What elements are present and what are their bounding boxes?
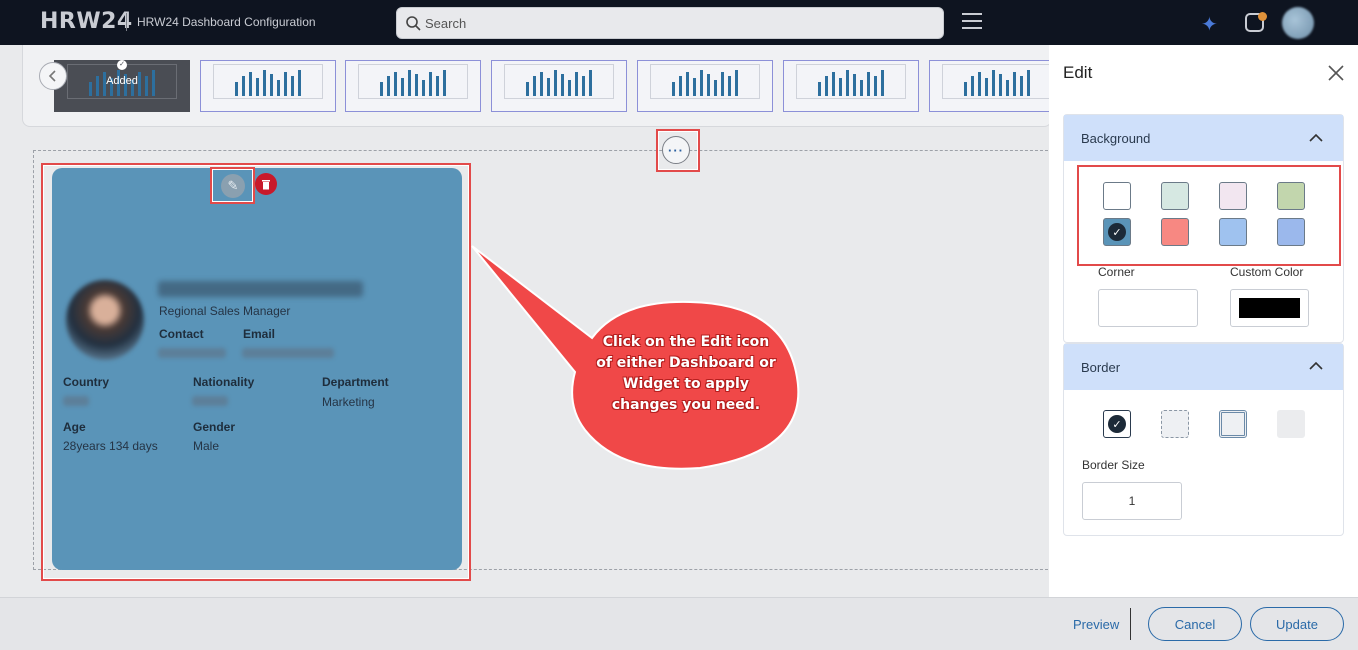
email-label: Email <box>243 327 276 341</box>
contact-label: Contact <box>159 327 204 341</box>
border-size-input[interactable] <box>1082 482 1182 520</box>
header-divider <box>126 13 127 31</box>
border-style-double[interactable] <box>1219 410 1247 438</box>
check-icon: ✓ <box>1108 415 1126 433</box>
notification-badge <box>1258 12 1267 21</box>
border-size-label: Border Size <box>1082 458 1145 472</box>
added-label: Added <box>106 75 138 87</box>
widget-thumbnail[interactable] <box>491 60 627 112</box>
widget-thumbnail[interactable] <box>200 60 336 112</box>
age-label: Age <box>63 420 86 434</box>
widget-thumbnail[interactable] <box>637 60 773 112</box>
update-button[interactable]: Update <box>1250 607 1344 641</box>
employee-photo <box>66 280 144 360</box>
corner-label: Corner <box>1098 265 1135 279</box>
scroll-left-button[interactable] <box>39 62 67 90</box>
corner-input[interactable] <box>1098 289 1198 327</box>
page-title: HRW24 Dashboard Configuration <box>137 15 316 29</box>
border-style-solid[interactable]: ✓ <box>1103 410 1131 438</box>
widget-thumbnail[interactable] <box>929 60 1051 112</box>
preview-link[interactable]: Preview <box>1073 617 1119 632</box>
search-icon <box>406 16 421 31</box>
edit-panel-title: Edit <box>1063 63 1093 82</box>
border-style-none[interactable] <box>1277 410 1305 438</box>
custom-color-label: Custom Color <box>1230 265 1304 279</box>
gender-label: Gender <box>193 420 236 434</box>
chevron-up-icon[interactable] <box>1309 359 1323 373</box>
country-value-redacted <box>63 396 89 406</box>
nationality-value-redacted <box>192 396 228 406</box>
app-logo[interactable]: HRW24 <box>40 9 133 34</box>
employee-name-redacted <box>158 281 363 297</box>
email-value-redacted <box>242 348 334 358</box>
border-heading: Border <box>1081 359 1121 375</box>
search-bar[interactable] <box>396 7 944 39</box>
ai-sparkle-icon[interactable]: ✦ <box>1201 12 1218 37</box>
highlight-more-button <box>656 129 700 172</box>
widget-strip: ✓ Added <box>22 45 1052 127</box>
widget-thumbnail-added[interactable]: ✓ Added <box>54 60 190 112</box>
custom-color-swatch <box>1239 298 1300 318</box>
search-input[interactable] <box>425 15 905 31</box>
age-value: 28years 134 days <box>63 439 158 453</box>
chevron-up-icon[interactable] <box>1309 131 1323 145</box>
custom-color-picker[interactable] <box>1230 289 1309 327</box>
gender-value: Male <box>193 439 220 453</box>
highlight-swatches <box>1077 165 1341 266</box>
cancel-button[interactable]: Cancel <box>1148 607 1242 641</box>
menu-icon[interactable] <box>962 13 982 31</box>
nationality-label: Nationality <box>193 375 255 389</box>
callout-text: Click on the Edit icon of either Dashboa… <box>596 334 776 413</box>
highlight-edit-icon <box>210 167 255 204</box>
employee-widget-card[interactable] <box>52 168 462 570</box>
background-section-header[interactable]: Background <box>1064 115 1343 161</box>
chevron-left-icon <box>48 70 56 82</box>
widget-thumbnail[interactable] <box>345 60 481 112</box>
country-label: Country <box>63 375 109 389</box>
department-value: Marketing <box>322 395 375 409</box>
widget-thumbnail[interactable] <box>783 60 919 112</box>
delete-trash-icon[interactable] <box>255 173 277 195</box>
department-label: Department <box>322 375 389 389</box>
background-heading: Background <box>1081 130 1151 146</box>
job-title: Regional Sales Manager <box>159 304 291 318</box>
border-section-header[interactable]: Border <box>1064 344 1343 390</box>
contact-value-redacted <box>158 348 226 358</box>
check-icon: ✓ <box>117 60 127 70</box>
user-avatar[interactable] <box>1282 7 1314 39</box>
close-icon[interactable] <box>1326 63 1346 83</box>
border-style-dashed[interactable] <box>1161 410 1189 438</box>
footer-divider <box>1130 608 1131 640</box>
